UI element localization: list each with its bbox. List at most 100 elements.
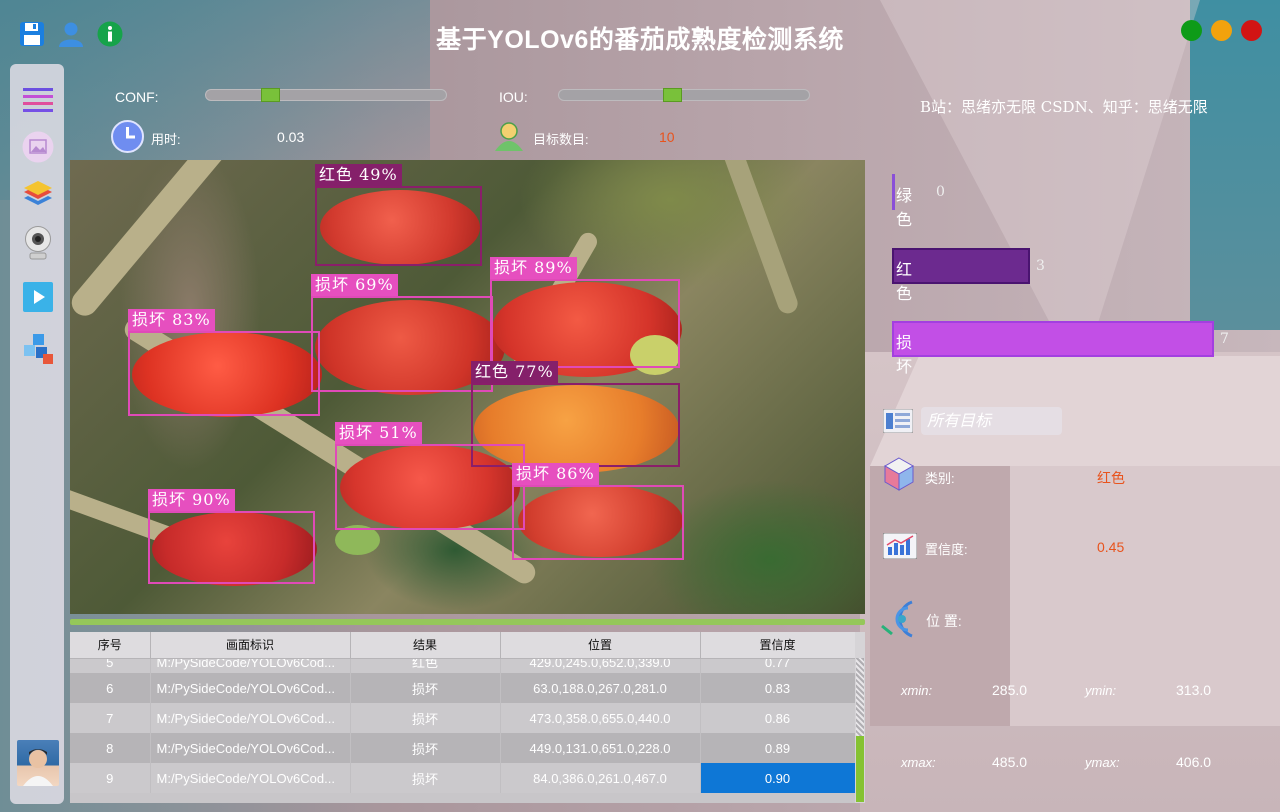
detection-box[interactable]: 损坏 90% <box>148 489 315 584</box>
page-title: 基于YOLOv6的番茄成熟度检测系统 <box>436 26 844 54</box>
stat-bar-value: 0 <box>936 184 945 200</box>
table-row[interactable]: 8 M:/PySideCode/YOLOv6Cod... 损坏 449.0,13… <box>70 733 856 763</box>
confidence-value: 0.45 <box>1097 539 1125 555</box>
time-value: 0.03 <box>277 129 305 145</box>
target-select[interactable]: 所有目标 <box>921 407 1062 435</box>
cell-result: 红色 <box>350 658 501 673</box>
time-label: 用时: <box>151 132 181 147</box>
detection-box[interactable]: 红色 49% <box>315 164 482 266</box>
class-value: 红色 <box>1097 470 1125 486</box>
progress-bar <box>70 619 865 625</box>
stat-bar-label: 绿色 <box>896 186 913 229</box>
stat-bar-label: 红色 <box>896 260 913 303</box>
col-header-result[interactable]: 结果 <box>350 632 501 659</box>
xmax-value: 485.0 <box>992 754 1028 770</box>
cell-position: 449.0,131.0,651.0,228.0 <box>500 733 701 763</box>
table-scrollbar[interactable] <box>855 632 865 803</box>
cell-index: 5 <box>70 658 151 673</box>
cell-confidence: 0.89 <box>700 733 856 763</box>
cell-position: 84.0,386.0,261.0,467.0 <box>500 763 701 793</box>
stat-bar <box>892 248 1030 284</box>
cell-result: 损坏 <box>350 673 501 703</box>
ymax-value: 406.0 <box>1176 754 1212 770</box>
conf-slider[interactable] <box>205 88 447 102</box>
ymax-label: ymax: <box>1085 755 1120 770</box>
camera-icon[interactable] <box>21 226 55 260</box>
cell-result: 损坏 <box>350 733 501 763</box>
cell-source: M:/PySideCode/YOLOv6Cod... <box>150 763 351 793</box>
detection-label: 损坏 51% <box>335 422 422 444</box>
sidebar <box>10 64 64 804</box>
ymin-label: ymin: <box>1085 683 1117 698</box>
cell-index: 7 <box>70 703 151 733</box>
col-header-position[interactable]: 位置 <box>500 632 701 659</box>
count-value: 10 <box>659 129 675 145</box>
col-header-confidence[interactable]: 置信度 <box>700 632 856 659</box>
stat-bar-value: 7 <box>1220 331 1229 347</box>
people-icon <box>493 121 525 158</box>
cube-icon <box>883 456 915 497</box>
detection-image: 红色 49% 损坏 69% 损坏 89% 损坏 83% 红色 77% 损坏 51… <box>70 160 865 614</box>
avatar[interactable] <box>17 740 59 786</box>
detection-label: 损坏 89% <box>490 257 577 279</box>
video-play-icon[interactable] <box>21 280 55 314</box>
folder-blocks-icon[interactable] <box>21 332 55 366</box>
table-row[interactable]: 7 M:/PySideCode/YOLOv6Cod... 损坏 473.0,35… <box>70 703 856 733</box>
table-row[interactable]: 5 M:/PySideCode/YOLOv6Cod... 红色 429.0,24… <box>70 658 856 673</box>
cell-confidence: 0.90 <box>700 763 856 793</box>
author-credit: B站：思绪亦无限 CSDN、知乎：思绪无限 <box>920 98 1208 116</box>
detection-label: 损坏 83% <box>128 309 215 331</box>
xmin-label: xmin: <box>901 683 933 698</box>
cell-result: 损坏 <box>350 763 501 793</box>
clock-icon <box>111 120 144 158</box>
maximize-button[interactable] <box>1181 20 1202 41</box>
col-header-index[interactable]: 序号 <box>70 632 151 659</box>
detection-box[interactable]: 损坏 83% <box>128 309 320 416</box>
minimize-button[interactable] <box>1211 20 1232 41</box>
table-header-row: 序号 画面标识 结果 位置 置信度 <box>70 632 856 659</box>
target-list-icon <box>882 408 914 438</box>
cell-position: 63.0,188.0,267.0,281.0 <box>500 673 701 703</box>
cell-source: M:/PySideCode/YOLOv6Cod... <box>150 673 351 703</box>
stat-bar-label: 损坏 <box>896 333 913 376</box>
detection-box[interactable]: 损坏 86% <box>512 463 684 560</box>
table-row[interactable]: 9 M:/PySideCode/YOLOv6Cod... 损坏 84.0,386… <box>70 763 856 793</box>
cell-index: 8 <box>70 733 151 763</box>
close-button[interactable] <box>1241 20 1262 41</box>
detection-label: 红色 77% <box>471 361 558 383</box>
scrollbar-handle[interactable] <box>856 736 864 802</box>
col-header-source[interactable]: 画面标识 <box>150 632 351 659</box>
conf-label: CONF: <box>115 89 159 105</box>
detection-box[interactable]: 损坏 89% <box>490 257 680 368</box>
xmin-value: 285.0 <box>992 682 1028 698</box>
ymin-value: 313.0 <box>1176 682 1212 698</box>
count-label: 目标数目: <box>533 132 589 147</box>
stat-bar <box>892 174 895 210</box>
results-table: 序号 画面标识 结果 位置 置信度 5 M:/PySideCode/YOLOv6… <box>70 632 865 803</box>
cell-position: 473.0,358.0,655.0,440.0 <box>500 703 701 733</box>
cell-confidence: 0.83 <box>700 673 856 703</box>
iou-slider-thumb[interactable] <box>663 88 682 102</box>
cell-confidence: 0.77 <box>700 658 856 673</box>
detection-box[interactable]: 损坏 69% <box>311 274 493 392</box>
cell-index: 6 <box>70 673 151 703</box>
detection-box[interactable]: 损坏 51% <box>335 422 525 530</box>
chart-icon <box>882 532 918 564</box>
layers-icon[interactable] <box>21 178 55 212</box>
cell-result: 损坏 <box>350 703 501 733</box>
cell-position: 429.0,245.0,652.0,339.0 <box>500 658 701 673</box>
menu-icon[interactable] <box>21 82 55 116</box>
cell-index: 9 <box>70 763 151 793</box>
cell-source: M:/PySideCode/YOLOv6Cod... <box>150 733 351 763</box>
image-icon[interactable] <box>21 130 55 164</box>
cell-confidence: 0.86 <box>700 703 856 733</box>
table-row[interactable]: 6 M:/PySideCode/YOLOv6Cod... 损坏 63.0,188… <box>70 673 856 703</box>
iou-slider[interactable] <box>558 88 810 102</box>
class-label: 类别: <box>925 471 955 486</box>
conf-slider-thumb[interactable] <box>261 88 280 102</box>
detection-label: 红色 49% <box>315 164 402 186</box>
confidence-label: 置信度: <box>925 542 968 557</box>
stat-bar-value: 3 <box>1036 258 1045 274</box>
detection-label: 损坏 90% <box>148 489 235 511</box>
stat-bar <box>892 321 1214 357</box>
